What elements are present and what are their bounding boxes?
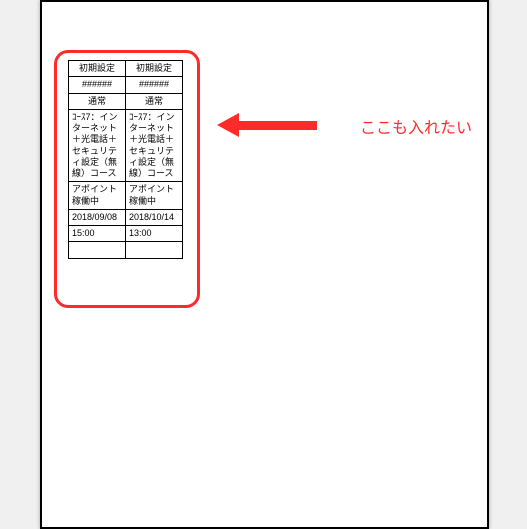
table-row: 2018/09/082018/10/14 bbox=[69, 209, 183, 225]
table-cell: ###### bbox=[69, 77, 126, 93]
table-cell: ｺｰｽ7：インターネット＋光電話＋セキュリティ設定（無線）コース bbox=[69, 109, 126, 182]
table-cell: アポイント稼働中 bbox=[69, 182, 126, 210]
table-cell: 初期設定 bbox=[126, 61, 183, 77]
data-table: 初期設定初期設定############通常通常ｺｰｽ7：インターネット＋光電話… bbox=[68, 60, 183, 259]
table-row bbox=[69, 242, 183, 259]
table-row: アポイント稼働中アポイント稼働中 bbox=[69, 182, 183, 210]
table-cell: 2018/09/08 bbox=[69, 209, 126, 225]
table-cell: 初期設定 bbox=[69, 61, 126, 77]
arrow-shaft bbox=[239, 121, 317, 130]
arrow-head-icon bbox=[217, 113, 239, 137]
table-row: ############ bbox=[69, 77, 183, 93]
document-page: 初期設定初期設定############通常通常ｺｰｽ7：インターネット＋光電話… bbox=[40, 0, 489, 529]
table-cell: アポイント稼働中 bbox=[126, 182, 183, 210]
table-body: 初期設定初期設定############通常通常ｺｰｽ7：インターネット＋光電話… bbox=[69, 61, 183, 259]
table-cell bbox=[126, 242, 183, 259]
table-row: 15:0013:00 bbox=[69, 226, 183, 242]
callout-arrow bbox=[217, 113, 317, 137]
table-cell: 2018/10/14 bbox=[126, 209, 183, 225]
table-cell bbox=[69, 242, 126, 259]
table-cell: ###### bbox=[126, 77, 183, 93]
annotation-text: ここも入れたい bbox=[360, 114, 472, 138]
table-cell: 13:00 bbox=[126, 226, 183, 242]
table-row: 通常通常 bbox=[69, 93, 183, 109]
table-cell: 15:00 bbox=[69, 226, 126, 242]
table-row: 初期設定初期設定 bbox=[69, 61, 183, 77]
table-cell: 通常 bbox=[126, 93, 183, 109]
table-cell: 通常 bbox=[69, 93, 126, 109]
table-row: ｺｰｽ7：インターネット＋光電話＋セキュリティ設定（無線）コースｺｰｽ7：インタ… bbox=[69, 109, 183, 182]
table-cell: ｺｰｽ7：インターネット＋光電話＋セキュリティ設定（無線）コース bbox=[126, 109, 183, 182]
